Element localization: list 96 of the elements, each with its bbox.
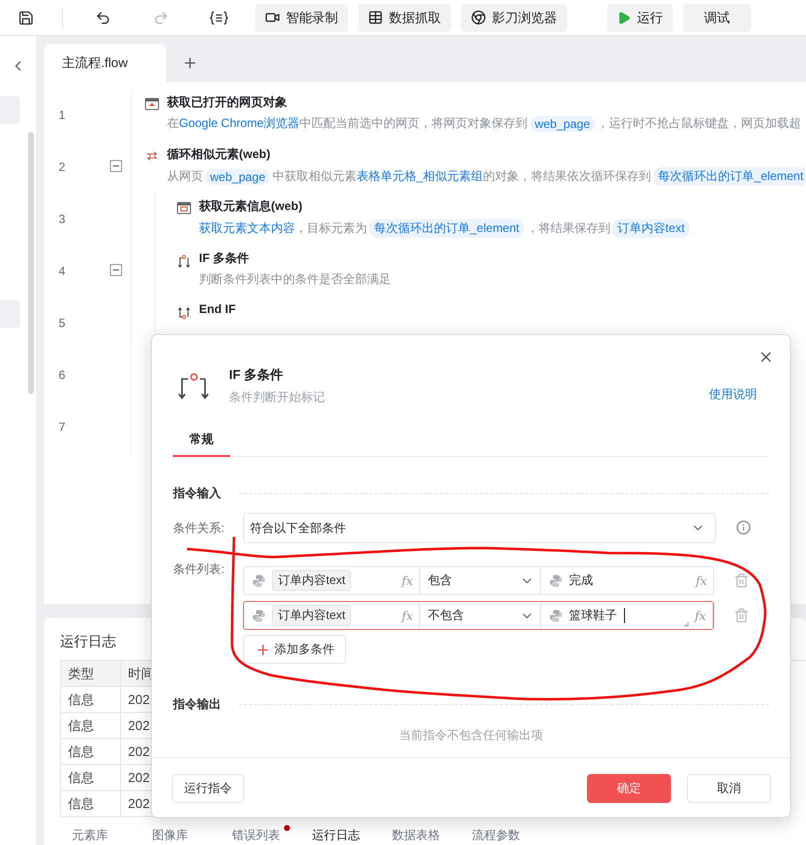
python-icon: [252, 574, 266, 588]
table-cell: 信息: [61, 791, 121, 817]
run-button[interactable]: 运行指令: [172, 774, 244, 803]
line-number: 3: [58, 212, 66, 226]
table-cell: 信息: [61, 687, 121, 713]
function-button[interactable]: fx: [402, 608, 413, 622]
step-description: 中获取相似元素: [272, 168, 356, 185]
function-button[interactable]: fx: [694, 608, 706, 622]
element-window-icon: [177, 202, 191, 214]
camera-icon: [265, 10, 280, 25]
field-label: 条件列表:: [173, 561, 226, 578]
section-title: 指令输入: [173, 485, 221, 502]
line-number: 5: [58, 316, 66, 330]
branch-end-icon: [177, 306, 191, 320]
table-cell: 信息: [61, 713, 121, 739]
python-icon: [549, 574, 563, 588]
browser-window-icon: [145, 98, 159, 110]
variable-tag[interactable]: 订单内容text: [612, 219, 690, 238]
variable-tag[interactable]: 每次循环出的订单_element: [369, 219, 524, 238]
dialog-title: IF 多条件: [229, 366, 284, 384]
toolbar-button[interactable]: 影刀浏览器: [461, 4, 567, 32]
table-cell: 信息: [61, 739, 121, 765]
variable-tag[interactable]: web_page: [205, 168, 270, 184]
step-link[interactable]: 表格单元格_相似元素组: [356, 168, 484, 185]
step-description: 在: [167, 115, 179, 132]
step-title: End IF: [199, 302, 236, 316]
toolbar-button[interactable]: 调试: [683, 4, 751, 32]
panel-tab[interactable]: 元素库: [60, 827, 140, 844]
operator-select[interactable]: 包含: [420, 567, 541, 594]
resize-grip-icon: [683, 621, 689, 627]
collapse-toggle-icon[interactable]: [110, 264, 122, 276]
column-header: 类型: [61, 661, 121, 687]
variable-tag[interactable]: 订单内容text: [272, 605, 352, 626]
line-number: 6: [58, 368, 66, 382]
step-description: ，将结果保存到: [526, 220, 610, 237]
line-number: 1: [58, 108, 66, 122]
collapse-toggle-icon[interactable]: [110, 160, 122, 172]
dialog-tab[interactable]: 常规: [173, 425, 230, 457]
plus-icon[interactable]: [254, 642, 270, 658]
branch-icon: [177, 254, 191, 268]
branch-icon: [177, 371, 211, 401]
section-title: 指令输出: [173, 696, 221, 713]
value-input[interactable]: 完成: [569, 572, 593, 589]
line-number: 4: [58, 264, 66, 278]
play-icon: [617, 10, 631, 24]
python-icon: [252, 608, 266, 622]
panel-tab[interactable]: 数据表格: [380, 827, 460, 844]
loop-icon: [145, 150, 159, 162]
variable-tag[interactable]: 每次循环出的订单_element: [653, 167, 806, 186]
value-input[interactable]: 篮球鞋子: [569, 607, 617, 624]
function-button[interactable]: fx: [402, 574, 413, 588]
toolbar-button[interactable]: 智能录制: [255, 4, 348, 32]
step-description: ，运行时不抢占鼠标键盘，网页加载超: [597, 115, 802, 132]
add-condition-button[interactable]: 添加多条件: [243, 635, 346, 664]
redo-icon: [153, 10, 169, 26]
function-button[interactable]: fx: [696, 574, 707, 588]
undo-icon: [95, 10, 111, 26]
toolbar-button[interactable]: 数据抓取: [358, 4, 451, 32]
variable-tag[interactable]: web_page: [530, 116, 596, 132]
panel-tab[interactable]: 错误列表: [220, 827, 300, 844]
confirm-button[interactable]: 确定: [587, 774, 671, 803]
add-icon[interactable]: [182, 55, 198, 71]
cancel-button[interactable]: 取消: [687, 774, 771, 803]
save-icon: [18, 10, 34, 26]
operator-select[interactable]: 不包含: [420, 602, 541, 629]
table-cell: 信息: [61, 765, 121, 791]
step-description: 的对象，将结果依次循环保存到: [483, 168, 652, 185]
line-number: 2: [58, 160, 66, 174]
relation-select[interactable]: 符合以下全部条件: [243, 513, 716, 543]
step-description: 中匹配当前选中的网页，将网页对象保存到: [300, 115, 528, 132]
toolbar-button[interactable]: 运行: [607, 4, 673, 32]
field-label: 条件关系:: [173, 520, 226, 537]
dialog-subtitle: 条件判断开始标记: [229, 389, 326, 406]
panel-tab[interactable]: 流程参数: [460, 827, 540, 844]
panel-tab[interactable]: 运行日志: [300, 827, 380, 844]
editor-tab[interactable]: 主流程.flow: [44, 44, 166, 82]
help-link[interactable]: 使用说明: [709, 386, 757, 403]
panel-tab[interactable]: 图像库: [140, 827, 220, 844]
info-icon[interactable]: [736, 520, 751, 535]
table-icon: [368, 10, 383, 25]
python-icon: [549, 608, 563, 622]
step-title: IF 多条件: [199, 250, 250, 267]
step-title: 循环相似元素(web): [167, 146, 272, 163]
step-description: 判断条件列表中的条件是否全部满足: [199, 271, 391, 288]
step-link[interactable]: Google Chrome浏览器: [179, 115, 300, 132]
line-number: 7: [58, 420, 66, 434]
variable-tag[interactable]: 订单内容text: [272, 570, 352, 591]
step-title: 获取已打开的网页对象: [167, 94, 288, 111]
browser-icon: [471, 10, 486, 25]
step-description: 从网页: [167, 168, 203, 185]
step-description: ，目标元素为: [295, 220, 367, 237]
scrollbar[interactable]: [28, 132, 34, 394]
panel-title: 运行日志: [60, 633, 116, 651]
step-link[interactable]: 获取元素文本内容: [199, 220, 295, 237]
step-title: 获取元素信息(web): [199, 198, 304, 215]
braces-icon: [209, 10, 229, 26]
